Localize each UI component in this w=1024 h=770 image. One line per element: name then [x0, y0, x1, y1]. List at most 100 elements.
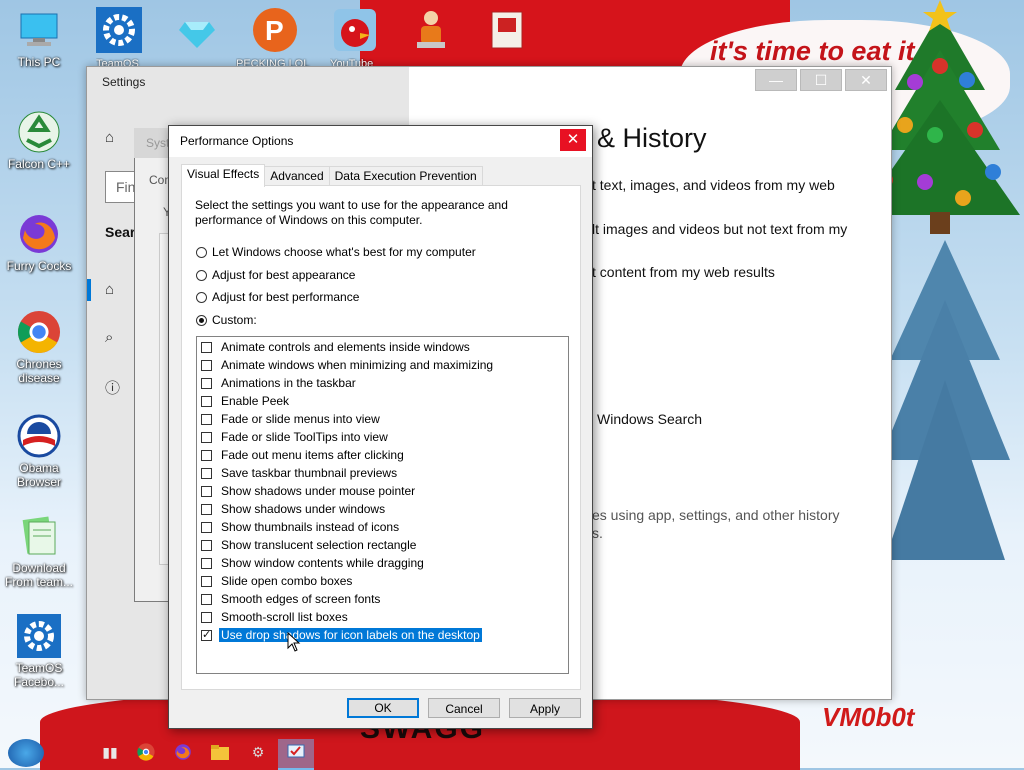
apply-button[interactable]: Apply — [509, 698, 581, 718]
effect-row[interactable]: Save taskbar thumbnail previews — [201, 465, 399, 481]
desktop-icon-download[interactable]: Download From team... — [2, 514, 76, 589]
checkbox[interactable] — [201, 575, 212, 587]
effect-row[interactable]: Show shadows under windows — [201, 501, 387, 517]
effect-label: Smooth-scroll list boxes — [221, 610, 348, 624]
ok-button[interactable]: OK — [347, 698, 419, 718]
desktop-icon-diamond[interactable] — [168, 6, 226, 54]
dialog-close-button[interactable]: ✕ — [560, 129, 586, 151]
effect-row[interactable]: Smooth edges of screen fonts — [201, 591, 382, 607]
desktop-icon-app[interactable] — [402, 6, 460, 54]
effect-label: Smooth edges of screen fonts — [221, 592, 381, 606]
info-icon[interactable]: ⓘ — [105, 377, 123, 397]
effect-row[interactable]: Show translucent selection rectangle — [201, 537, 418, 553]
checkbox[interactable] — [201, 611, 212, 623]
performance-options-dialog[interactable]: Performance Options ✕ Visual Effects Adv… — [168, 125, 593, 729]
effect-row[interactable]: Show thumbnails instead of icons — [201, 519, 401, 535]
chrome-taskbar-icon[interactable] — [136, 742, 156, 762]
effect-label: Show shadows under mouse pointer — [221, 484, 416, 498]
task-view-icon[interactable]: ▮▮ — [100, 742, 120, 762]
radio-button[interactable] — [196, 246, 207, 258]
maximize-button[interactable]: ☐ — [800, 69, 842, 91]
gear-icon — [17, 614, 61, 658]
effect-label: Show shadows under windows — [221, 502, 386, 516]
checkbox[interactable] — [201, 503, 212, 515]
effect-row[interactable]: Fade out menu items after clicking — [201, 447, 406, 463]
intro-text: Select the settings you want to use for … — [195, 198, 508, 227]
file-explorer-icon[interactable] — [210, 742, 230, 762]
search-icon[interactable]: ⌕ — [105, 329, 123, 347]
start-button-icon[interactable] — [8, 739, 44, 767]
checkbox[interactable] — [201, 413, 212, 425]
radio-button[interactable] — [196, 314, 207, 326]
radio-best-performance[interactable]: Adjust for best performance — [196, 289, 359, 305]
desktop-icon-label: TeamOS Facebo... — [13, 661, 65, 689]
checkbox[interactable] — [201, 377, 212, 389]
effect-row[interactable]: Fade or slide menus into view — [201, 411, 382, 427]
effect-row[interactable]: Animate windows when minimizing and maxi… — [201, 357, 495, 373]
radio-best-appearance[interactable]: Adjust for best appearance — [196, 267, 355, 283]
effect-row[interactable]: Show shadows under mouse pointer — [201, 483, 417, 499]
checkbox[interactable] — [201, 449, 212, 461]
home-icon[interactable]: ⌂ — [105, 129, 123, 147]
desktop-icon-chrome[interactable]: Chrones disease — [2, 310, 76, 385]
effect-label: Show window contents while dragging — [221, 556, 424, 570]
effect-label: Enable Peek — [221, 394, 290, 408]
firefox-taskbar-icon[interactable] — [173, 742, 193, 762]
checkbox-checked[interactable] — [201, 628, 212, 641]
performance-options-taskbar-icon[interactable] — [286, 742, 306, 762]
desktop-icon-extras[interactable] — [478, 6, 536, 54]
checkbox[interactable] — [201, 341, 212, 353]
radio-label: Custom: — [212, 313, 257, 327]
dialog-titlebar[interactable]: Performance Options ✕ — [169, 126, 592, 157]
visual-effects-list[interactable]: Animate controls and elements inside win… — [196, 336, 569, 674]
checkbox[interactable] — [201, 467, 212, 479]
settings-taskbar-icon[interactable]: ⚙ — [248, 742, 268, 762]
tab-data-execution-prevention[interactable]: Data Execution Prevention — [328, 166, 483, 186]
firefox-icon — [17, 212, 61, 256]
effect-row[interactable]: Animate controls and elements inside win… — [201, 339, 472, 355]
checkbox[interactable] — [201, 521, 212, 533]
effect-row[interactable]: Enable Peek — [201, 393, 291, 409]
effect-row[interactable]: Slide open combo boxes — [201, 573, 354, 589]
page-title: & History — [597, 123, 707, 153]
cancel-button[interactable]: Cancel — [428, 698, 500, 718]
desktop-icon-teamos-facebook[interactable]: TeamOS Facebo... — [2, 614, 76, 689]
checkbox[interactable] — [201, 485, 212, 497]
checkbox[interactable] — [201, 557, 212, 569]
settings-window-title: Settings — [102, 75, 146, 89]
checkbox[interactable] — [201, 431, 212, 443]
radio-let-windows-choose[interactable]: Let Windows choose what's best for my co… — [196, 244, 476, 260]
tab-visual-effects[interactable]: Visual Effects — [181, 164, 266, 187]
effect-label: Save taskbar thumbnail previews — [221, 466, 398, 480]
effect-label: Animate controls and elements inside win… — [221, 340, 470, 354]
permissions-icon[interactable]: ⌂ — [105, 281, 123, 299]
tab-advanced[interactable]: Advanced — [264, 166, 330, 186]
minimize-button[interactable]: — — [755, 69, 797, 91]
radio-button[interactable] — [196, 269, 207, 281]
wallpaper-signature: VM0b0t — [822, 702, 915, 732]
checkbox[interactable] — [201, 539, 212, 551]
checkbox[interactable] — [201, 593, 212, 605]
effect-row[interactable]: Animations in the taskbar — [201, 375, 358, 391]
desktop-icon-pecking[interactable]: P — [246, 6, 304, 54]
desktop-icon-angry-bird[interactable] — [326, 6, 384, 54]
radio-custom[interactable]: Custom: — [196, 312, 257, 328]
checkbox[interactable] — [201, 395, 212, 407]
obama-logo-icon — [17, 414, 61, 458]
windows-search-link[interactable]: Windows Search — [597, 411, 702, 427]
radio-button[interactable] — [196, 291, 207, 303]
desktop-icon-teamos-top[interactable] — [90, 6, 148, 54]
effect-row[interactable]: Show window contents while dragging — [201, 555, 426, 571]
p-logo-icon: P — [253, 8, 297, 52]
desktop-icon-obama-browser[interactable]: Obama Browser — [2, 414, 76, 489]
effect-row-selected[interactable]: Use drop shadows for icon labels on the … — [201, 627, 482, 643]
effect-row[interactable]: Smooth-scroll list boxes — [201, 609, 350, 625]
desktop-icon-falcon-cpp[interactable]: Falcon C++ — [2, 110, 76, 171]
desktop-icon-furry-cocks[interactable]: Furry Cocks — [2, 212, 76, 273]
checkbox[interactable] — [201, 359, 212, 371]
computer-icon — [17, 8, 61, 52]
desktop-icon-label: Obama Browser — [16, 461, 61, 489]
close-button[interactable]: ✕ — [845, 69, 887, 91]
desktop-icon-this-pc[interactable]: This PC — [2, 8, 76, 69]
effect-row[interactable]: Fade or slide ToolTips into view — [201, 429, 390, 445]
